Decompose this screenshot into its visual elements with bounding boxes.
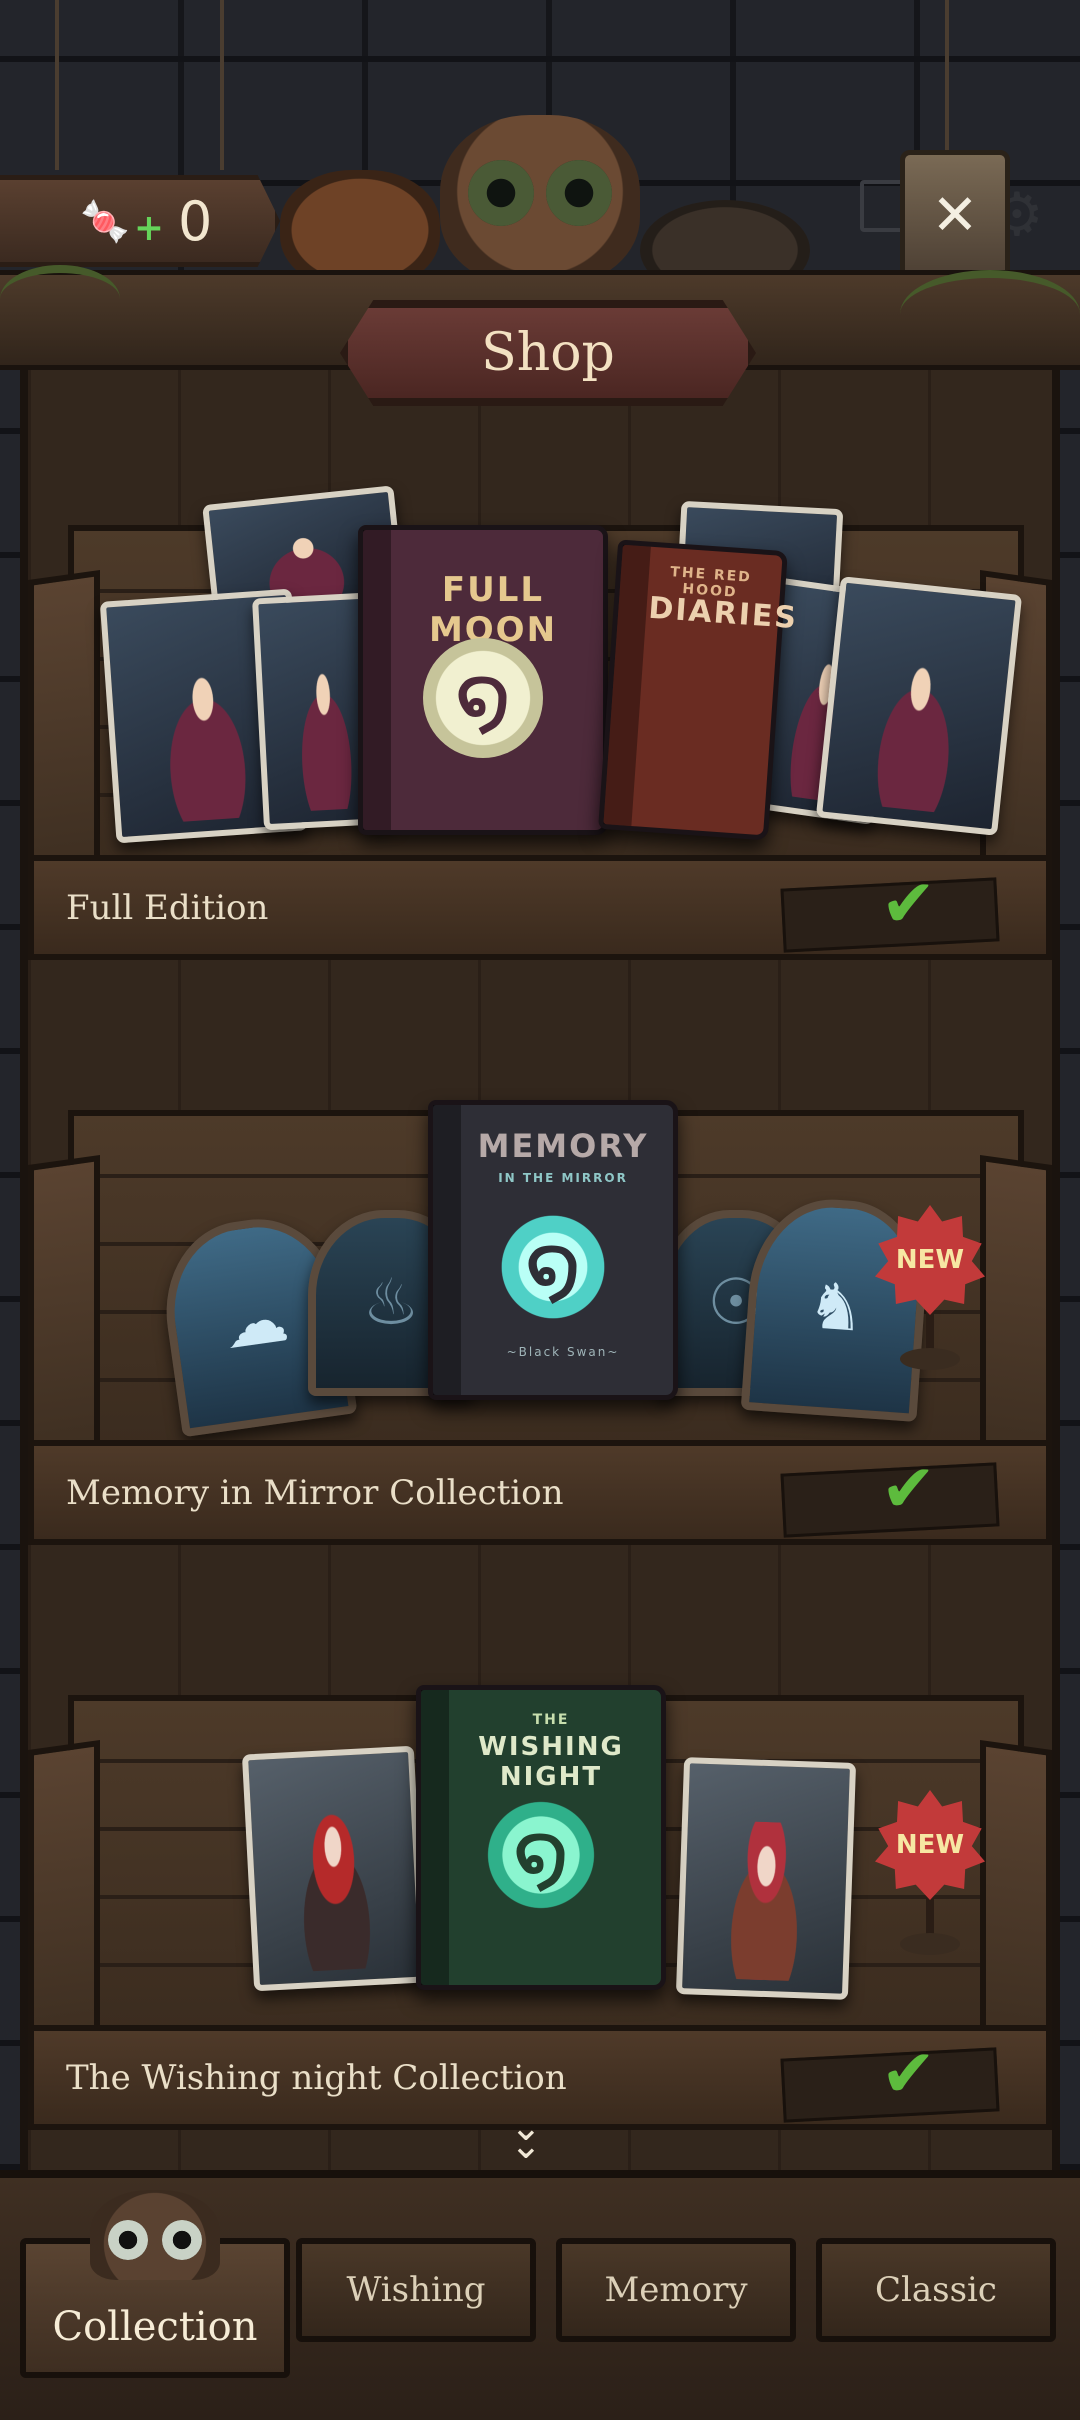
book-title: DIARIES xyxy=(647,590,800,637)
book-subtitle: THE xyxy=(532,1712,570,1728)
shelf-plank: Full Edition ✔ xyxy=(28,855,1052,960)
night-swirl-icon: ໑ xyxy=(481,1795,601,1916)
vine-decoration xyxy=(0,265,120,333)
book-title: WISHING NIGHT xyxy=(478,1732,624,1792)
badge-base xyxy=(900,1348,960,1370)
tab-wishing[interactable]: Wishing xyxy=(296,2238,536,2342)
shelf-memory-in-mirror[interactable]: ☁ ♨ ☉ ♞ MEMORY IN THE MIRROR ໑ ~Black Sw… xyxy=(28,1100,1052,1560)
candy-icon: 🍬 xyxy=(80,198,130,245)
tab-label: Memory xyxy=(604,2270,748,2310)
item-label: The Wishing night Collection xyxy=(66,2057,567,2098)
hanging-string xyxy=(220,0,224,170)
tab-memory[interactable]: Memory xyxy=(556,2238,796,2342)
badge-base xyxy=(900,1933,960,1955)
tab-label: Collection xyxy=(52,2304,258,2350)
close-button[interactable]: ✕ xyxy=(900,150,1010,280)
character-card xyxy=(241,1745,427,1992)
tab-label: Wishing xyxy=(346,2270,486,2310)
moon-swirl-icon: ໑ xyxy=(423,638,543,758)
hanging-string xyxy=(945,0,949,150)
currency-value: 0 xyxy=(177,189,213,253)
shelf-full-edition[interactable]: FULL MOON ໑ THE RED HOOD DIARIES Full Ed… xyxy=(28,485,1052,975)
book-cover: FULL MOON ໑ xyxy=(358,525,608,835)
tab-label: Classic xyxy=(875,2270,997,2310)
book-cover: MEMORY IN THE MIRROR ໑ ~Black Swan~ xyxy=(428,1100,678,1400)
book-title: MEMORY xyxy=(477,1127,649,1165)
owned-check-icon: ✔ xyxy=(880,1450,936,1527)
shelf-plank: Memory in Mirror Collection ✔ xyxy=(28,1440,1052,1545)
shelf-wishing-night[interactable]: THE WISHING NIGHT ໑ NEW The Wishing nigh… xyxy=(28,1685,1052,2145)
book-subtitle: IN THE MIRROR xyxy=(498,1171,628,1185)
owl-eye xyxy=(546,160,612,226)
character-card xyxy=(675,1757,857,2000)
close-icon: ✕ xyxy=(931,182,979,248)
owl-eye xyxy=(468,160,534,226)
crystal-swirl-icon: ໑ xyxy=(493,1207,613,1328)
add-currency-icon[interactable]: + xyxy=(134,207,164,249)
book-cover: THE RED HOOD DIARIES xyxy=(598,539,800,841)
page-title: Shop xyxy=(340,300,756,406)
tab-classic[interactable]: Classic xyxy=(816,2238,1056,2342)
owned-check-icon: ✔ xyxy=(880,865,936,942)
book-footer: ~Black Swan~ xyxy=(506,1345,620,1359)
item-label: Memory in Mirror Collection xyxy=(66,1472,564,1513)
character-card xyxy=(815,576,1023,836)
currency-counter: 🍬 + 0 xyxy=(0,175,280,267)
hanging-string xyxy=(55,0,59,170)
vine-decoration xyxy=(900,270,1080,358)
item-label: Full Edition xyxy=(66,887,269,928)
owl-tab-icon xyxy=(90,2190,220,2280)
scroll-down-icon[interactable]: ⌄ ⌄ xyxy=(510,2108,542,2164)
owned-check-icon: ✔ xyxy=(880,2035,936,2112)
owl-decoration xyxy=(440,115,640,285)
book-cover: THE WISHING NIGHT ໑ xyxy=(416,1685,666,1990)
